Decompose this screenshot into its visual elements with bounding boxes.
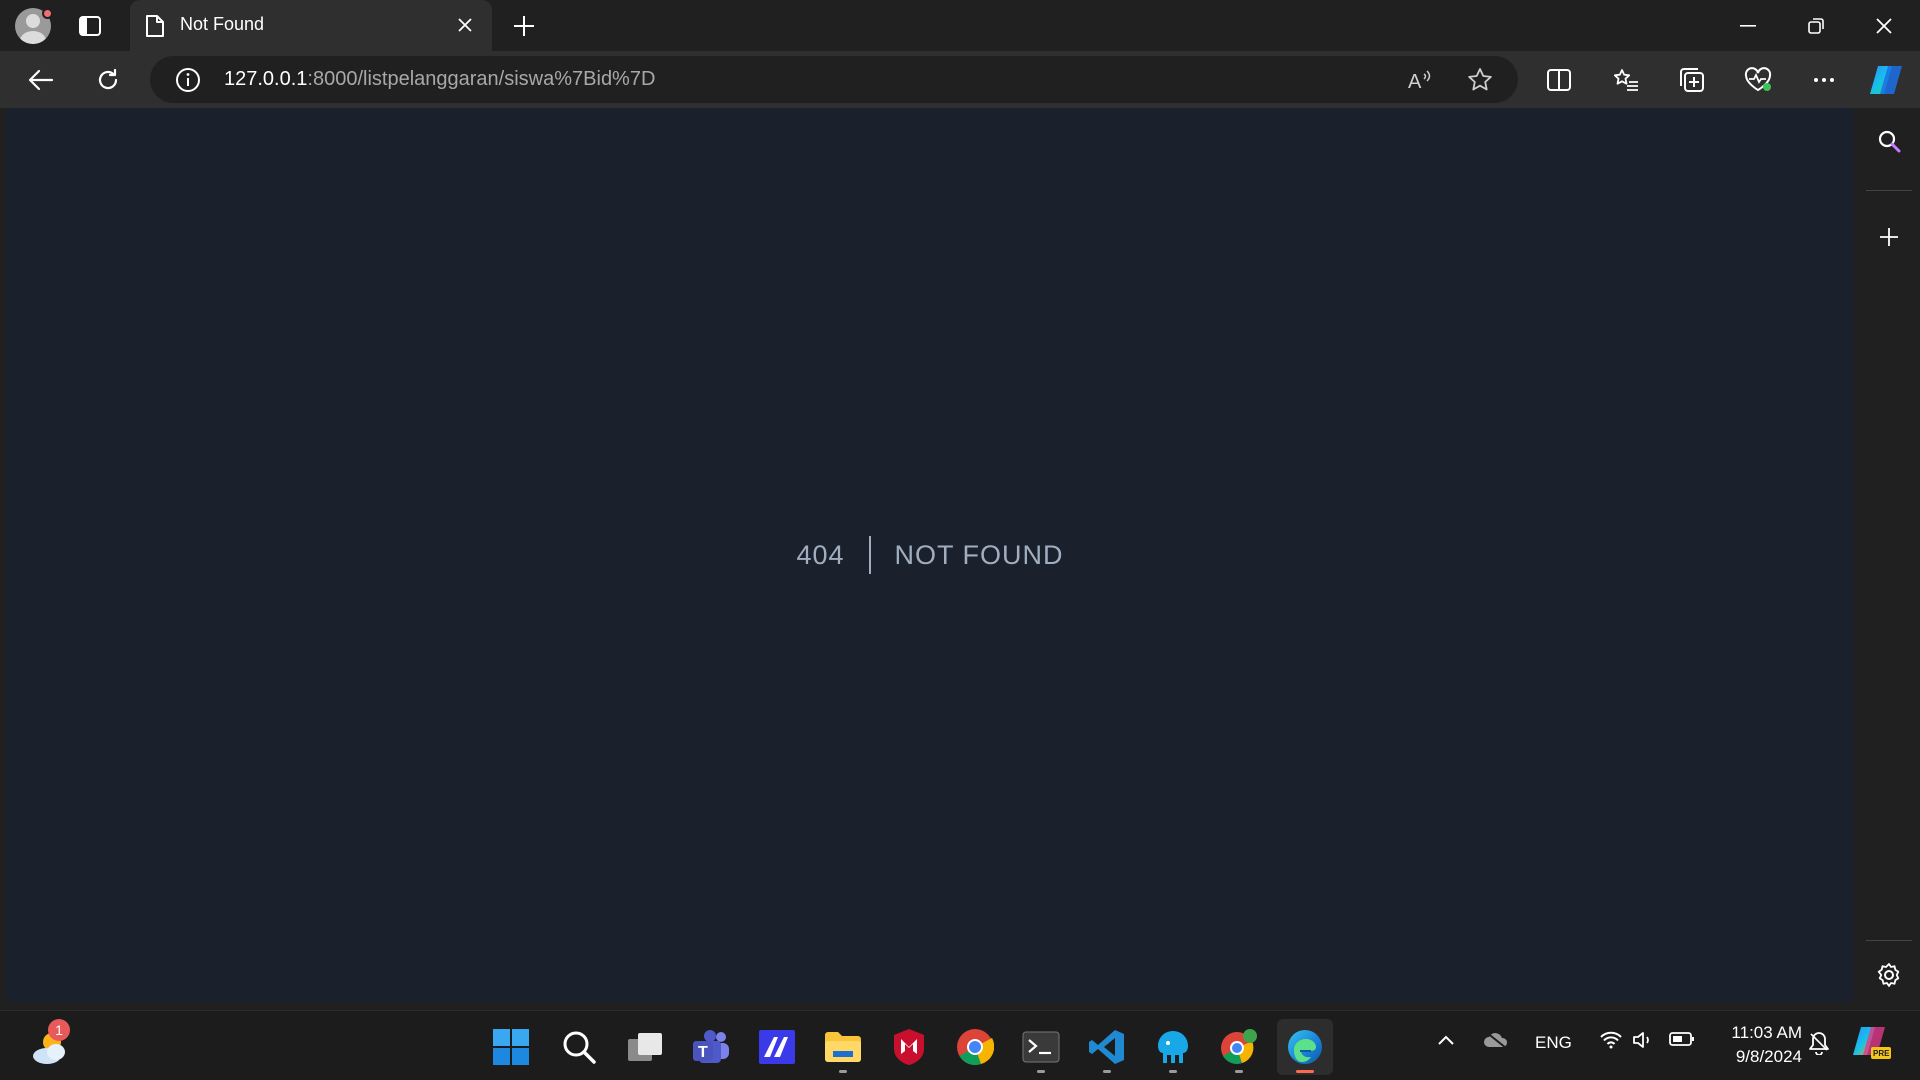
weather-badge: 1 [48,1019,70,1041]
error-message: Not Found [894,540,1064,570]
wifi-icon[interactable] [1599,1031,1623,1054]
tab-not-found[interactable]: Not Found [130,0,492,51]
sketch-app-icon[interactable] [749,1019,805,1075]
refresh-button[interactable] [88,61,128,99]
back-button[interactable] [21,61,61,99]
favorites-list-icon[interactable] [1606,61,1646,99]
url-host: 127.0.0.1 [224,68,308,90]
running-indicator [1037,1070,1045,1073]
tab-actions-icon[interactable] [76,12,104,40]
sidebar-search-icon[interactable] [1868,120,1910,162]
split-screen-icon[interactable] [1539,61,1579,99]
page-viewport: 404 Not Found [6,108,1854,1002]
terminal-icon[interactable] [1013,1019,1069,1075]
chrome-profile-icon[interactable] [1211,1019,1267,1075]
bird-app-icon[interactable] [1145,1019,1201,1075]
system-clock[interactable]: 11:03 AM 9/8/2024 [1712,1021,1802,1069]
running-indicator [1235,1070,1243,1073]
svg-text:PRE: PRE [1873,1049,1890,1058]
url-path: :8000/listpelanggaran/siswa%7Bid%7D [307,68,656,90]
address-bar[interactable]: 127.0.0.1:8000/listpelanggaran/siswa%7Bi… [150,56,1518,103]
browser-essentials-icon[interactable] [1738,61,1778,99]
collections-icon[interactable] [1672,61,1712,99]
windows-taskbar: 1 T ENG 11:03 AM 9/8/2024 PRE [0,1010,1920,1080]
onedrive-cloud-icon[interactable] [1483,1031,1509,1054]
svg-text:T: T [698,1044,708,1061]
clock-date: 9/8/2024 [1735,1047,1802,1066]
teams-icon[interactable]: T [683,1019,739,1075]
profile-notification-dot [42,8,53,19]
battery-icon[interactable] [1669,1031,1695,1052]
search-icon[interactable] [551,1019,607,1075]
page-document-icon [145,14,167,38]
read-aloud-icon[interactable]: A [1404,64,1436,96]
clock-time: 11:03 AM [1731,1023,1802,1042]
sidebar-settings-icon[interactable] [1868,954,1910,996]
tab-title: Not Found [180,14,265,34]
sidebar-add-icon[interactable] [1868,216,1910,258]
favorite-star-icon[interactable] [1464,64,1496,96]
volume-icon[interactable] [1632,1031,1654,1054]
url-text[interactable]: 127.0.0.1:8000/listpelanggaran/siswa%7Bi… [224,68,655,91]
task-view-icon[interactable] [617,1019,673,1075]
running-indicator [1103,1070,1111,1073]
sidebar-divider [1866,190,1912,191]
start-button-icon[interactable] [483,1019,539,1075]
language-indicator[interactable]: ENG [1535,1033,1572,1053]
title-bar: Not Found [0,0,1920,51]
new-tab-button[interactable] [508,10,540,42]
more-options-icon[interactable] [1804,61,1844,99]
browser-toolbar: 127.0.0.1:8000/listpelanggaran/siswa%7Bi… [0,51,1920,108]
minimize-button[interactable] [1714,0,1782,51]
file-explorer-icon[interactable] [815,1019,871,1075]
error-code: 404 [796,536,871,574]
running-indicator [839,1070,847,1073]
copilot-icon[interactable] [1866,61,1906,99]
close-tab-icon[interactable] [452,12,478,38]
notifications-bell-icon[interactable] [1808,1031,1830,1060]
close-window-button[interactable] [1850,0,1918,51]
restore-button[interactable] [1782,0,1850,51]
running-indicator [1169,1070,1177,1073]
copilot-pre-icon[interactable]: PRE [1851,1025,1891,1066]
sidebar-divider-bottom [1866,940,1912,941]
edge-sidebar [1858,108,1920,1010]
error-container: 404 Not Found [6,108,1854,1002]
svg-text:A: A [1408,71,1422,92]
edge-icon[interactable] [1277,1019,1333,1075]
vscode-icon[interactable] [1079,1019,1135,1075]
mcafee-icon[interactable] [881,1019,937,1075]
active-indicator [1296,1070,1314,1073]
site-info-icon[interactable] [174,66,202,94]
chrome-icon[interactable] [947,1019,1003,1075]
show-hidden-icons-chevron-icon[interactable] [1437,1031,1455,1051]
